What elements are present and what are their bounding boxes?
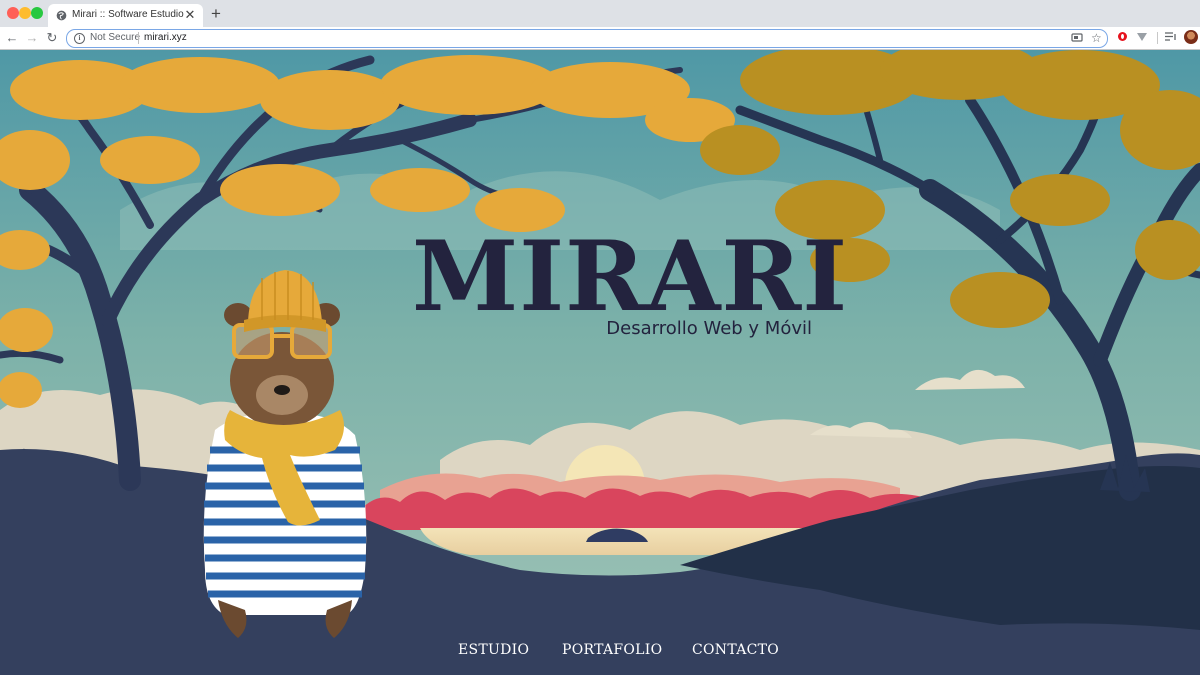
forward-button[interactable]: → [25,29,39,47]
avatar[interactable] [1184,30,1198,44]
window-minimize-button[interactable] [19,7,31,19]
reload-button[interactable]: ↻ [45,29,59,47]
window-maximize-button[interactable] [31,7,43,19]
site-tagline: Desarrollo Web y Móvil [606,318,812,339]
url-text[interactable]: mirari.xyz [144,32,187,43]
hero-illustration [0,50,1200,675]
address-bar[interactable]: i Not Secure mirari.xyz ☆ [66,29,1108,48]
toolbar-divider [1157,32,1158,44]
browser-toolbar: ← → ↻ i Not Secure mirari.xyz ☆ [0,27,1200,50]
back-button[interactable]: ← [5,29,19,47]
nav-link-estudio[interactable]: ESTUDIO [458,642,529,658]
nav-link-portafolio[interactable]: PORTAFOLIO [562,642,662,658]
cast-icon[interactable] [1071,33,1083,43]
globe-icon [56,10,67,21]
nav-link-contacto[interactable]: CONTACTO [692,642,779,658]
tab-title: Mirari :: Software Estudio [72,9,184,20]
vpn-icon[interactable] [1137,32,1147,42]
site-logo-title: MIRARI [412,220,849,333]
playlist-icon[interactable] [1165,32,1177,42]
info-icon[interactable]: i [74,33,85,44]
browser-tab[interactable]: Mirari :: Software Estudio ✕ [48,4,203,27]
window-close-button[interactable] [7,7,19,19]
opera-icon[interactable] [1118,32,1127,41]
tab-strip: Mirari :: Software Estudio ✕ + [0,0,1200,27]
star-icon[interactable]: ☆ [1091,31,1102,45]
new-tab-button[interactable]: + [208,4,224,24]
main-nav: ESTUDIO PORTAFOLIO CONTACTO [0,642,1200,664]
url-divider [138,32,139,44]
security-indicator[interactable]: Not Secure [90,32,140,43]
page-viewport: MIRARI Desarrollo Web y Móvil ESTUDIO PO… [0,50,1200,675]
tab-close-icon[interactable]: ✕ [183,7,197,23]
